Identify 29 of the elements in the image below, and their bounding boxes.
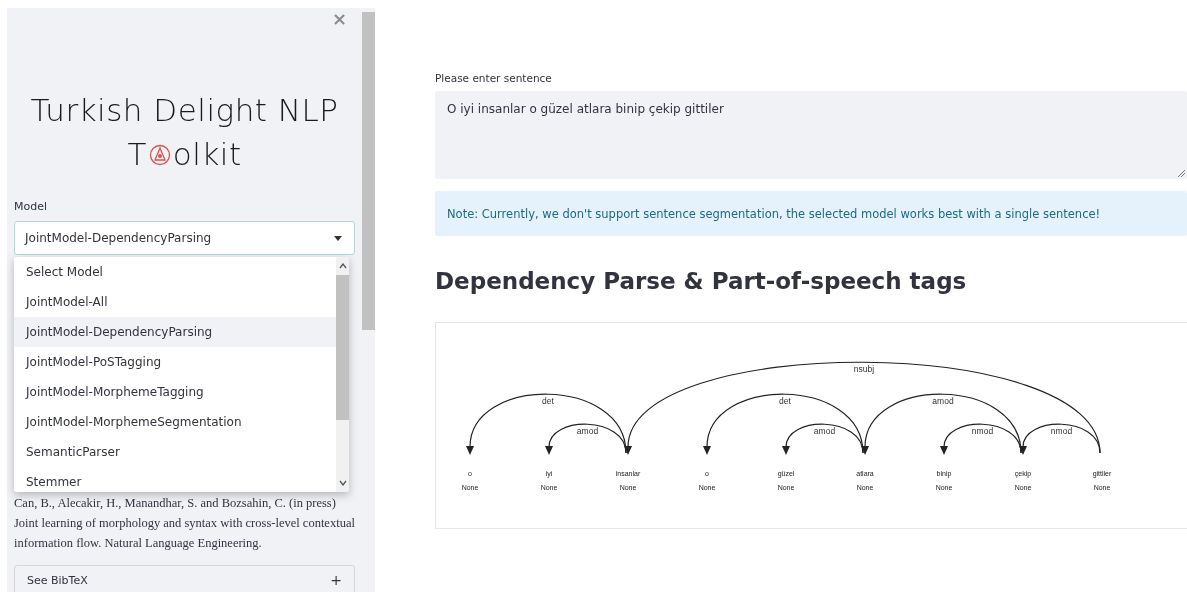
app-title: olkit [172, 136, 242, 172]
scrollbar-thumb[interactable] [362, 12, 375, 330]
menu-option[interactable]: JointModel-DependencyParsing [14, 317, 336, 347]
model-select[interactable]: JointModel-DependencyParsing [14, 221, 355, 255]
model-label: Model [14, 200, 49, 213]
input-label: Please enter sentence [435, 72, 553, 84]
arc-label: amod [813, 426, 836, 436]
citation-text: Can, B., Alecakir, H., Manandhar, S. and Bozsahin, C. (in press) Joint learning of morphology and syntax with cross-level contextual information flow. Natural Language Engineering. [14, 495, 355, 552]
menu-option[interactable]: Select Model [14, 257, 336, 287]
app-title: Turkish Delight NLP [30, 91, 339, 130]
arc-label: nsubj [853, 364, 875, 374]
arc-label: amod [932, 396, 954, 406]
section-heading: Dependency Parse & Part-of-speech tags [435, 267, 968, 296]
sentence-input-field[interactable]: O iyi insanlar o güzel atlara binip çekip gittiler [435, 91, 1187, 179]
resize-handle-icon[interactable] [1177, 169, 1185, 177]
scroll-down-icon[interactable] [338, 480, 347, 486]
arc-label: amod [576, 426, 599, 436]
bibtex-expander[interactable]: See BibTeX + [14, 565, 355, 592]
arc-label: nmod [1050, 426, 1073, 436]
arc-label: nmod [971, 426, 994, 436]
arc-label: det [779, 396, 791, 406]
caret-icon [334, 235, 342, 241]
info-note: Note: Currently, we don't support sentence segmentation, the selected model works best with a single sentence! [435, 191, 1187, 236]
logo-icon [148, 144, 171, 166]
scroll-up-icon[interactable] [338, 263, 347, 269]
arc-label: det [542, 396, 554, 406]
app-title: T [127, 136, 147, 172]
menu-option[interactable]: Stemmer [14, 467, 336, 492]
scrollbar-thumb[interactable] [336, 275, 349, 420]
